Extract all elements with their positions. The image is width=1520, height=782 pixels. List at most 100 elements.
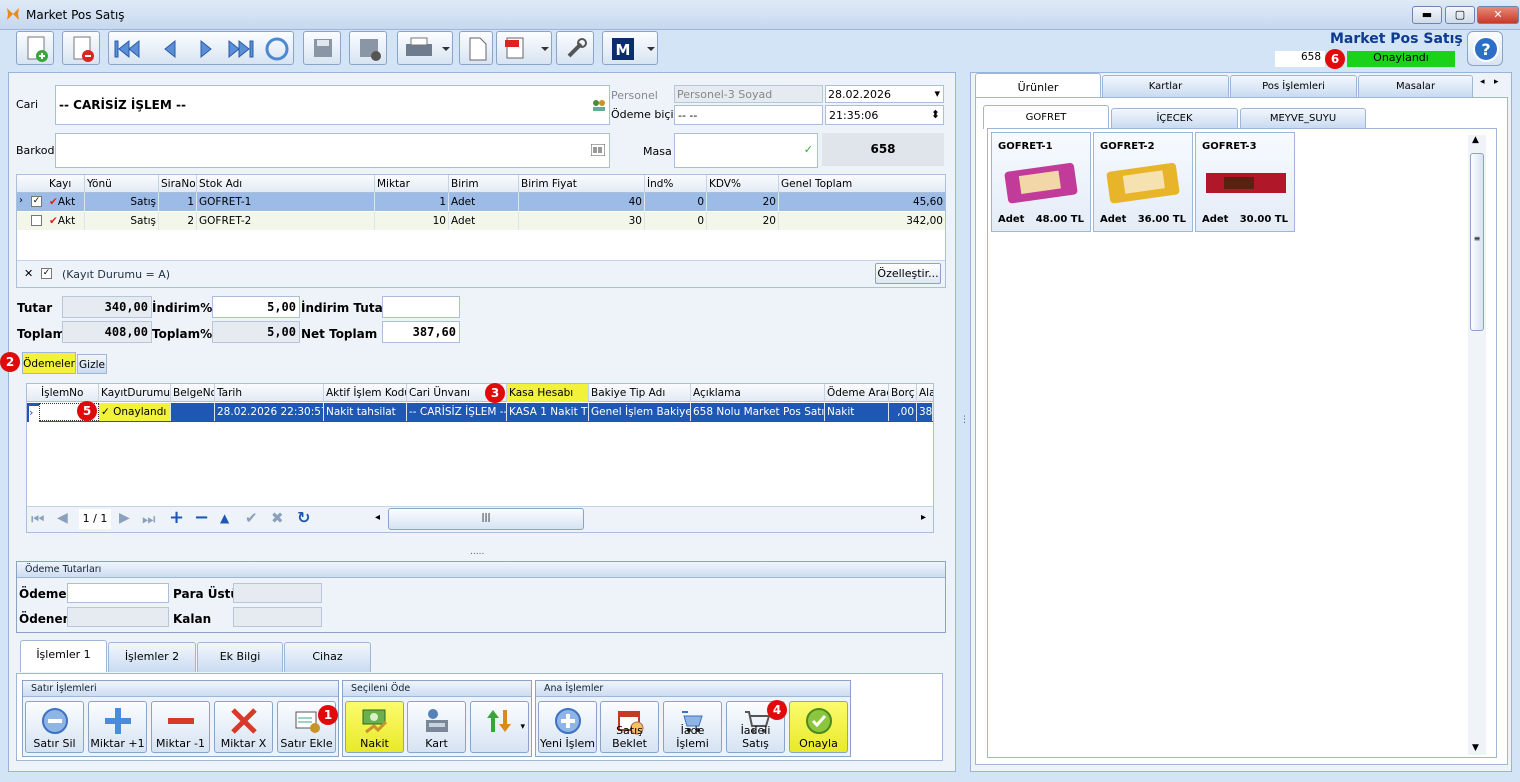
tools-icon[interactable] (556, 31, 594, 65)
miktar-minus-button[interactable]: Miktar -1 (151, 701, 210, 753)
col-ala[interactable]: Ala (917, 384, 933, 402)
save-icon[interactable] (303, 31, 341, 65)
tab-odemeler[interactable]: Ödemeler (22, 352, 76, 374)
col-birim-fiyat[interactable]: Birim Fiyat (519, 175, 645, 193)
satir-sil-button[interactable]: Satır Sil (25, 701, 84, 753)
table-row[interactable]: › ✓ ✔Akt Satış 1 GOFRET-1 1 Adet 40 0 20… (17, 193, 945, 211)
nakit-button[interactable]: Nakit (345, 701, 404, 753)
last-page-icon[interactable]: ⏭ (142, 510, 156, 528)
move-up-icon[interactable]: ▲ (220, 511, 229, 525)
kart-button[interactable]: Kart (407, 701, 466, 753)
col-kdv[interactable]: KDV% (707, 175, 779, 193)
tab-meyve-suyu[interactable]: MEYVE_SUYU (1240, 108, 1366, 128)
product-card-gofret-1[interactable]: GOFRET-1 Adet 48.00 TL (991, 132, 1091, 232)
scroll-right-icon[interactable]: ▸ (921, 512, 926, 523)
col-kayit[interactable]: Kayı (47, 175, 85, 193)
odeme-input[interactable] (67, 583, 169, 603)
people-icon[interactable] (592, 98, 606, 115)
confirm-icon[interactable]: ✔ (245, 509, 258, 527)
col-miktar[interactable]: Miktar (375, 175, 449, 193)
tab-kartlar[interactable]: Kartlar (1102, 75, 1229, 97)
indirim-tutar-input[interactable] (382, 296, 460, 318)
close-button[interactable]: ✕ (1477, 6, 1519, 24)
table-row[interactable]: › ✓ Onaylandı 28.02.2026 22:30:57 Nakit … (27, 403, 933, 423)
print-icon[interactable] (397, 31, 453, 65)
tab-islemler-2[interactable]: İşlemler 2 (108, 642, 196, 672)
scroll-left-icon[interactable]: ◂ (375, 512, 380, 523)
col-stok-adi[interactable]: Stok Adı (197, 175, 375, 193)
col-odeme-araci[interactable]: Ödeme Aracı (825, 384, 889, 402)
col-tarih[interactable]: Tarih (215, 384, 324, 402)
col-borc[interactable]: Borç (889, 384, 917, 402)
tab-scroll-right-icon[interactable]: ▸ (1494, 77, 1499, 87)
tab-pos-islemleri[interactable]: Pos İşlemleri (1230, 75, 1357, 97)
satis-beklet-button[interactable]: Satış Beklet (600, 701, 659, 753)
filter-clear-icon[interactable]: ✕ (24, 267, 33, 280)
filter-text[interactable]: (Kayıt Durumu = A) (62, 268, 170, 281)
time-picker[interactable]: 21:35:06 ⬍ (825, 105, 944, 125)
next-page-icon[interactable]: ▶ (119, 510, 130, 526)
tab-gofret[interactable]: GOFRET (983, 105, 1109, 129)
refresh-icon[interactable]: ↻ (297, 508, 310, 527)
remove-record-icon[interactable]: − (194, 507, 209, 528)
tab-scroll-left-icon[interactable]: ◂ (1480, 77, 1485, 87)
scroll-up-icon[interactable]: ▲ (1472, 135, 1479, 145)
yeni-islem-button[interactable]: Yeni İşlem (538, 701, 597, 753)
customize-button[interactable]: Özelleştir... (875, 263, 941, 284)
filter-checkbox[interactable]: ✓ (41, 268, 52, 279)
cancel-save-icon[interactable] (349, 31, 387, 65)
col-bakiye-tip-adi[interactable]: Bakiye Tip Adı (589, 384, 691, 402)
col-sirano[interactable]: SiraNo (159, 175, 197, 193)
miktar-plus-button[interactable]: Miktar +1 (88, 701, 147, 753)
col-aciklama[interactable]: Açıklama (691, 384, 825, 402)
tab-cihaz[interactable]: Cihaz (284, 642, 371, 672)
cari-field[interactable]: -- CARİSİZ İŞLEM -- (55, 85, 610, 125)
help-button[interactable]: ? (1467, 31, 1503, 66)
minimize-button[interactable]: ▬ (1412, 6, 1442, 24)
attachment-icon[interactable] (459, 31, 493, 65)
barkod-input[interactable] (55, 133, 610, 168)
col-yonu[interactable]: Yönü (85, 175, 159, 193)
add-record-icon[interactable]: + (169, 507, 184, 528)
tab-islemler-1[interactable]: İşlemler 1 (20, 640, 107, 672)
row-checkbox[interactable] (31, 215, 42, 226)
vertical-splitter[interactable]: ⋮ (960, 415, 969, 425)
col-kasa-hesabi[interactable]: Kasa Hesabı (507, 384, 589, 402)
date-picker[interactable]: 28.02.2026 ▾ (825, 85, 944, 103)
row-checkbox[interactable]: ✓ (31, 196, 42, 207)
product-card-gofret-2[interactable]: GOFRET-2 Adet 36.00 TL (1093, 132, 1193, 232)
tab-masalar[interactable]: Masalar (1358, 75, 1473, 97)
col-genel-toplam[interactable]: Genel Toplam (779, 175, 945, 193)
delete-document-button[interactable] (62, 31, 100, 65)
product-card-gofret-3[interactable]: GOFRET-3 Adet 30.00 TL (1195, 132, 1295, 232)
m-module-icon[interactable]: M (602, 31, 658, 65)
miktar-x-button[interactable]: Miktar X (214, 701, 273, 753)
onayla-button[interactable]: Onayla (789, 701, 848, 753)
splitter-grip[interactable]: ..... (470, 547, 484, 557)
tab-icecek[interactable]: İÇECEK (1111, 108, 1238, 128)
col-ind[interactable]: İnd% (645, 175, 707, 193)
table-row[interactable]: ✔Akt Satış 2 GOFRET-2 10 Adet 30 0 20 34… (17, 212, 945, 230)
first-page-icon[interactable]: ⏮ (31, 510, 45, 528)
col-aktif-islem-kodu[interactable]: Aktif İşlem Kodu (324, 384, 407, 402)
indirim-input[interactable]: 5,00 (212, 296, 300, 318)
masa-field[interactable]: ✓ (674, 133, 818, 168)
scroll-down-icon[interactable]: ▼ (1472, 743, 1479, 753)
new-document-button[interactable] (16, 31, 54, 65)
maximize-button[interactable]: ▢ (1445, 6, 1475, 24)
vertical-scrollbar[interactable]: ▲ ≡ ▼ (1468, 135, 1486, 755)
scrollbar-thumb[interactable]: ≡ (1470, 153, 1484, 331)
col-islemno[interactable]: İşlemNo (39, 384, 99, 402)
cancel-icon[interactable]: ✖ (271, 509, 284, 527)
iade-islemi-button[interactable]: İade İşlemi (663, 701, 722, 753)
sort-options-button[interactable]: ▾ (470, 701, 529, 753)
col-birim[interactable]: Birim (449, 175, 519, 193)
tab-gizle[interactable]: Gizle (77, 354, 107, 374)
odeme-bicimi-field[interactable]: -- -- (674, 105, 823, 125)
prev-page-icon[interactable]: ◀ (57, 510, 68, 526)
tab-ek-bilgi[interactable]: Ek Bilgi (197, 642, 283, 672)
horizontal-scrollbar-thumb[interactable]: ||| (388, 508, 584, 530)
col-belgeno[interactable]: BelgeNo (171, 384, 215, 402)
col-kayitdurumu[interactable]: KayıtDurumu (99, 384, 171, 402)
pdf-export-icon[interactable] (496, 31, 552, 65)
